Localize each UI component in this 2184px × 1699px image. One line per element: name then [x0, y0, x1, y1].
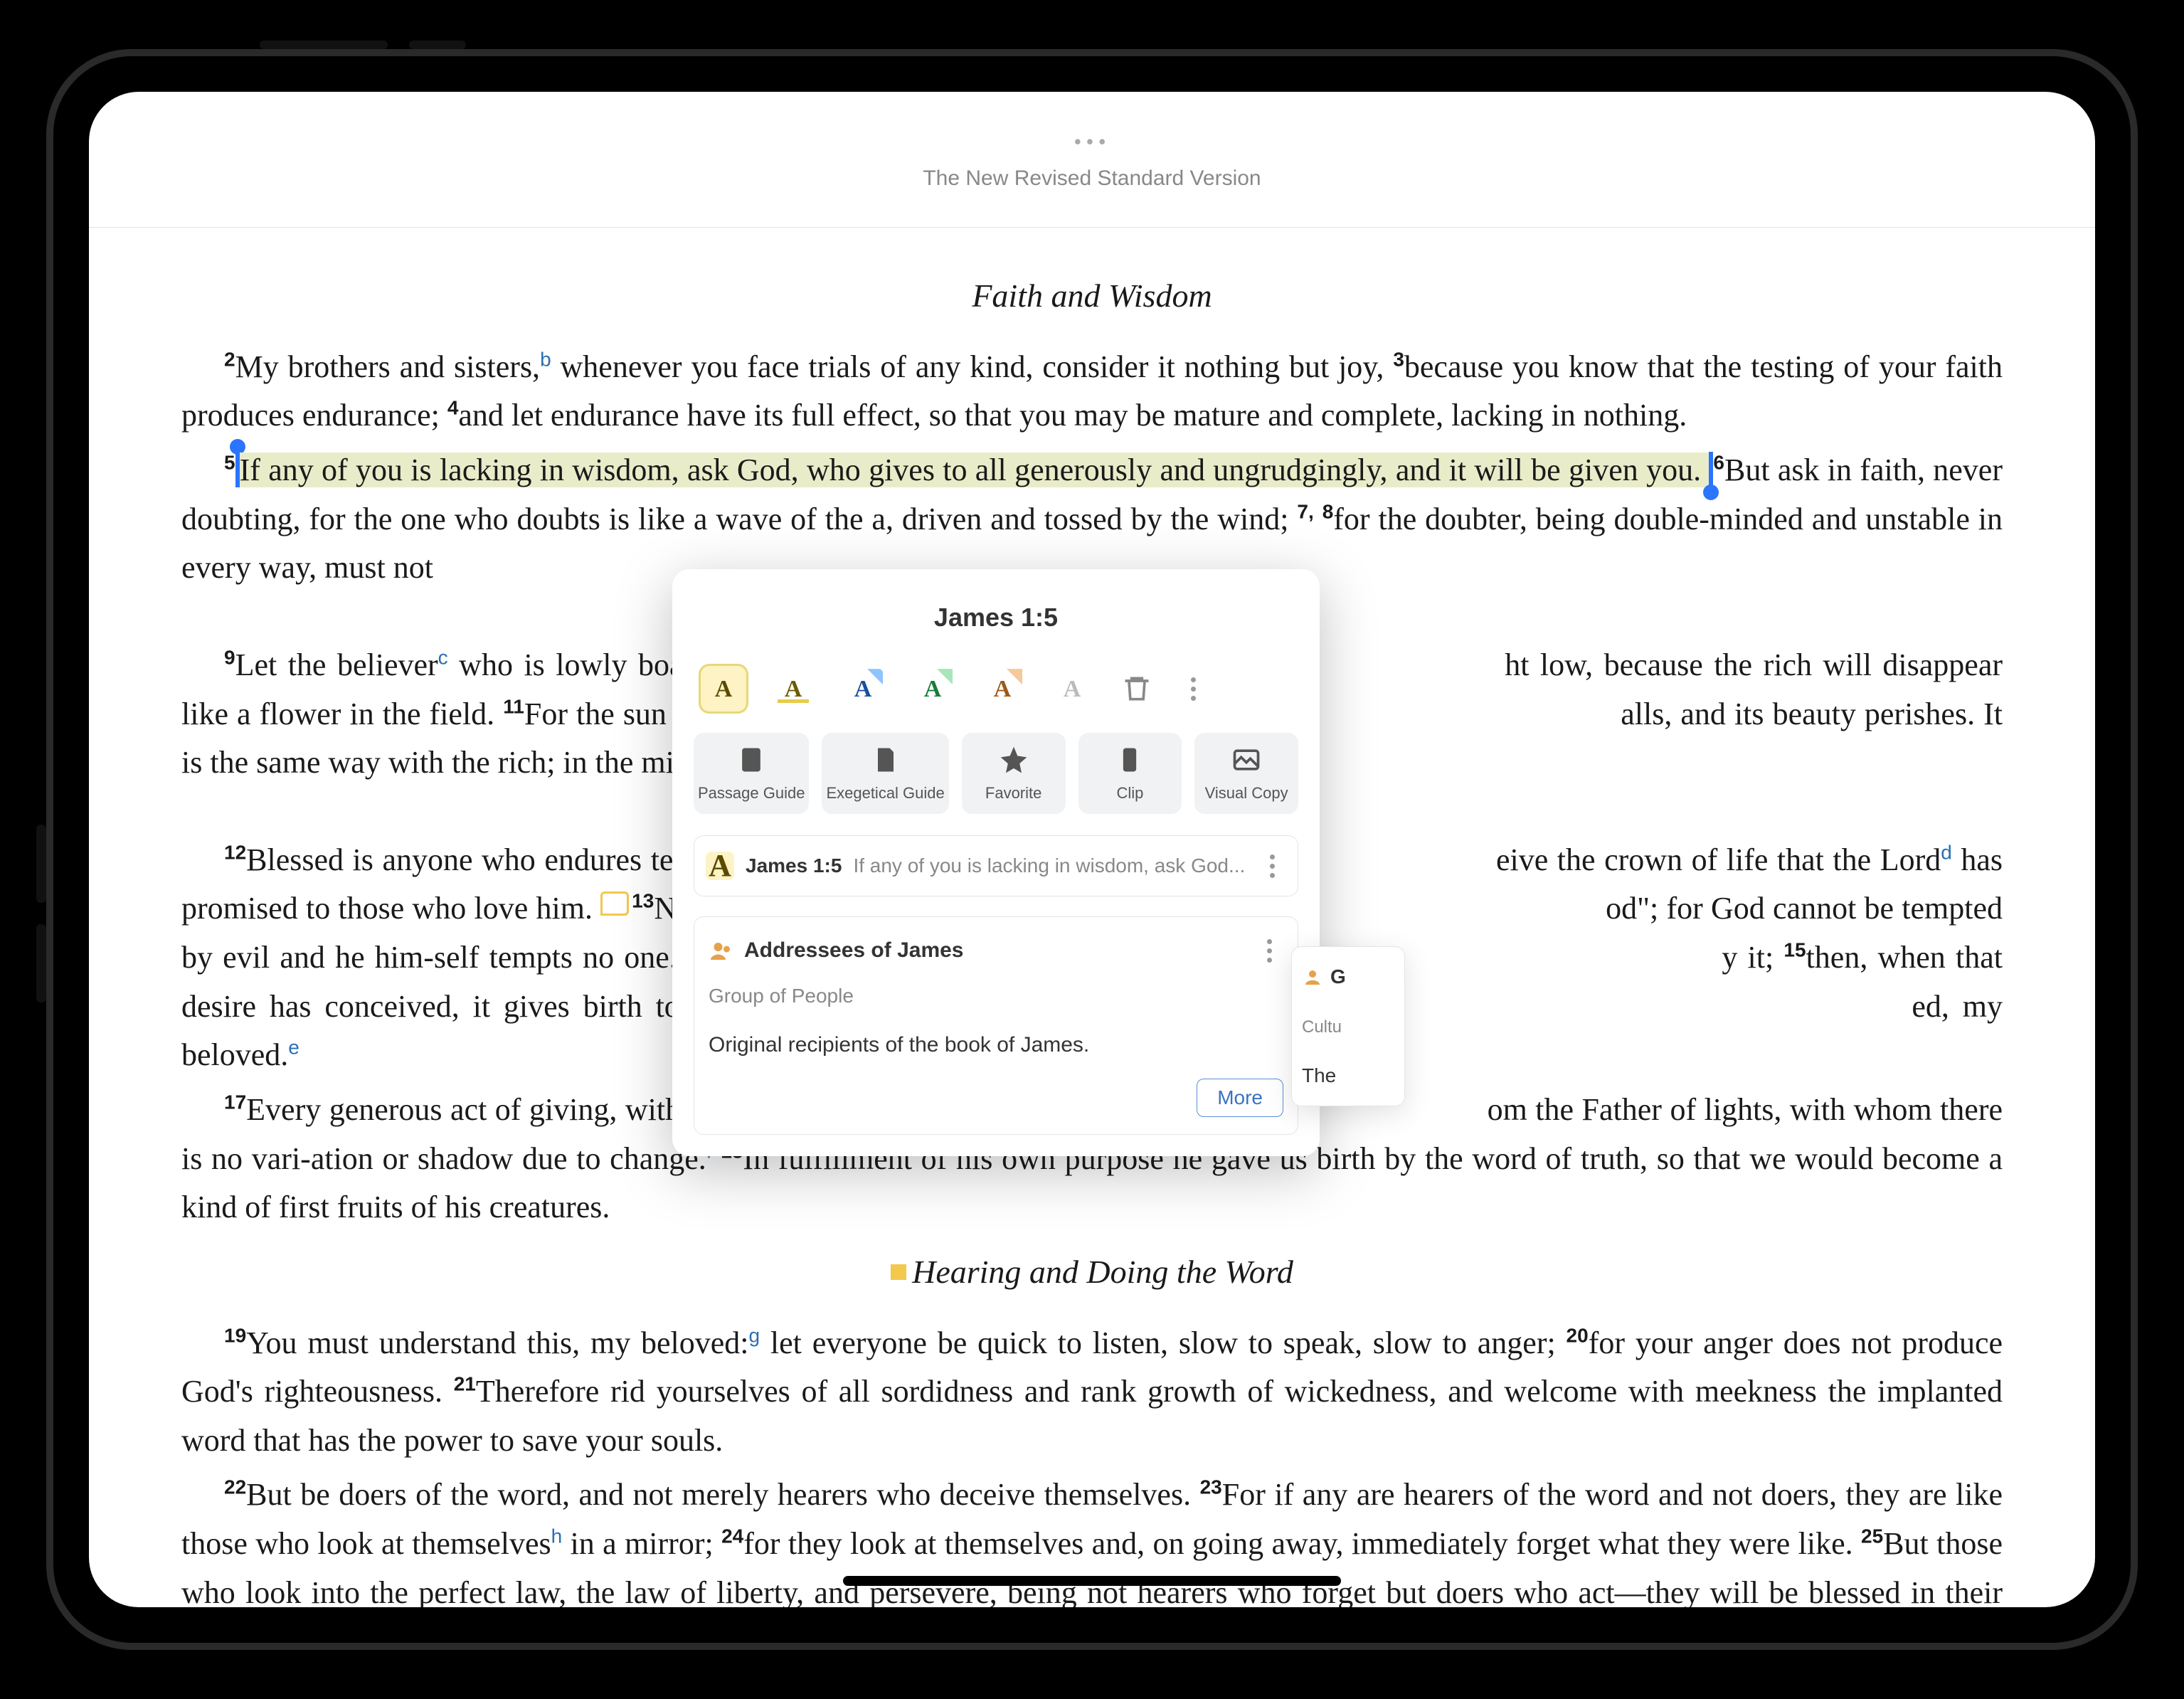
home-indicator[interactable]	[843, 1576, 1341, 1586]
verse-number: 2	[224, 348, 235, 370]
verse-number: 19	[224, 1324, 246, 1346]
document-icon	[870, 744, 901, 776]
note-icon[interactable]	[600, 891, 629, 916]
verse-number: 20	[1567, 1324, 1589, 1346]
footnote-link[interactable]: g	[749, 1324, 760, 1346]
paragraph[interactable]: 2My brothers and sisters,b whenever you …	[181, 343, 2003, 440]
document-title: The New Revised Standard Version	[923, 166, 1261, 191]
star-icon	[998, 744, 1029, 776]
highlight-underline-button[interactable]: A	[770, 666, 816, 711]
note-reference: James 1:5	[746, 850, 842, 882]
volume-down-button[interactable]	[36, 924, 46, 1002]
highlight-more-button[interactable]	[1179, 677, 1207, 701]
selection-start-handle[interactable]	[235, 452, 240, 487]
volume-up-button[interactable]	[36, 825, 46, 903]
section-title-2: Hearing and Doing the Word	[181, 1247, 2003, 1298]
note-row[interactable]: A James 1:5 If any of you is lacking in …	[694, 835, 1298, 896]
verse-number: 9	[224, 646, 235, 668]
verse-number: 13	[632, 890, 654, 912]
verse-number: 4	[447, 397, 459, 419]
verse-number: 22	[224, 1476, 246, 1498]
verse-number: 24	[721, 1525, 743, 1547]
factbook-more-button[interactable]	[1255, 939, 1283, 963]
verse-number: 5	[224, 451, 235, 473]
verse-number: 17	[224, 1091, 246, 1113]
document-body[interactable]: Faith and Wisdom 2My brothers and sister…	[89, 228, 2095, 1607]
passage-guide-button[interactable]: Passage Guide	[694, 733, 809, 814]
more-dots-button[interactable]: •••	[1074, 129, 1110, 155]
screen: ••• The New Revised Standard Version Fai…	[89, 92, 2095, 1607]
popup-title: James 1:5	[694, 598, 1298, 637]
side-card-letter: G	[1330, 961, 1346, 993]
highlight-marker-icon	[891, 1264, 906, 1280]
people-icon	[709, 938, 734, 964]
highlight-erase-button[interactable]: A	[1049, 666, 1095, 711]
footnote-link[interactable]: e	[288, 1037, 299, 1059]
note-badge-icon: A	[706, 852, 734, 880]
highlight-yellow-button[interactable]: A	[701, 666, 746, 711]
factbook-card: Addressees of James Group of People Orig…	[694, 916, 1298, 1135]
selection-end-handle[interactable]	[1709, 452, 1713, 487]
verse-number: 11	[503, 695, 524, 717]
book-icon	[736, 744, 767, 776]
selection-popup: James 1:5 A A A A A A	[672, 569, 1320, 1156]
top-button-2	[409, 41, 466, 49]
factbook-title: Addressees of James	[744, 934, 1245, 968]
top-button-1	[260, 41, 388, 49]
tools-row: Passage Guide Exegetical Guide Favorite	[694, 733, 1298, 814]
note-more-button[interactable]	[1258, 854, 1286, 878]
clip-button[interactable]: Clip	[1078, 733, 1182, 814]
more-button[interactable]: More	[1197, 1079, 1283, 1117]
highlighted-text[interactable]: If any of you is lacking in wisdom, ask …	[240, 452, 1709, 487]
side-card-label: Cultu	[1302, 1014, 1394, 1040]
footnote-link[interactable]: c	[438, 646, 448, 668]
verse-number: 25	[1861, 1525, 1883, 1547]
verse-number: 12	[224, 841, 246, 863]
verse-number: 23	[1200, 1476, 1222, 1498]
visual-copy-button[interactable]: Visual Copy	[1194, 733, 1298, 814]
tablet-frame: ••• The New Revised Standard Version Fai…	[46, 49, 2138, 1650]
section-title-1: Faith and Wisdom	[181, 270, 2003, 322]
exegetical-guide-button[interactable]: Exegetical Guide	[822, 733, 948, 814]
footnote-link[interactable]: d	[1941, 841, 1952, 863]
side-card-line: The	[1302, 1060, 1394, 1091]
favorite-button[interactable]: Favorite	[962, 733, 1066, 814]
paragraph[interactable]: 22But be doers of the word, and not mere…	[181, 1471, 2003, 1607]
delete-highlight-button[interactable]	[1119, 671, 1155, 706]
paragraph[interactable]: 19You must understand this, my beloved:g…	[181, 1319, 2003, 1466]
verse-number: 3	[1393, 348, 1404, 370]
factbook-side-card[interactable]: G Cultu The	[1291, 946, 1405, 1106]
verse-number: 21	[454, 1372, 476, 1394]
note-preview: If any of you is lacking in wisdom, ask …	[853, 850, 1246, 882]
verse-number: 15	[1783, 938, 1806, 960]
highlight-green-button[interactable]: A	[910, 666, 955, 711]
highlight-color-row: A A A A A A	[694, 666, 1298, 711]
factbook-subtitle: Group of People	[709, 980, 1283, 1012]
factbook-description: Original recipients of the book of James…	[709, 1029, 1283, 1062]
people-icon	[1302, 966, 1323, 988]
footnote-link[interactable]: h	[551, 1525, 563, 1547]
verse-number: 7,	[1297, 500, 1313, 522]
document-header: ••• The New Revised Standard Version	[89, 92, 2095, 228]
clip-icon	[1114, 744, 1145, 776]
verse-number: 6	[1713, 451, 1724, 473]
image-icon	[1231, 744, 1262, 776]
footnote-link[interactable]: b	[540, 348, 551, 370]
verse-number: 8	[1322, 500, 1334, 522]
highlight-blue-button[interactable]: A	[840, 666, 886, 711]
highlight-orange-button[interactable]: A	[980, 666, 1025, 711]
